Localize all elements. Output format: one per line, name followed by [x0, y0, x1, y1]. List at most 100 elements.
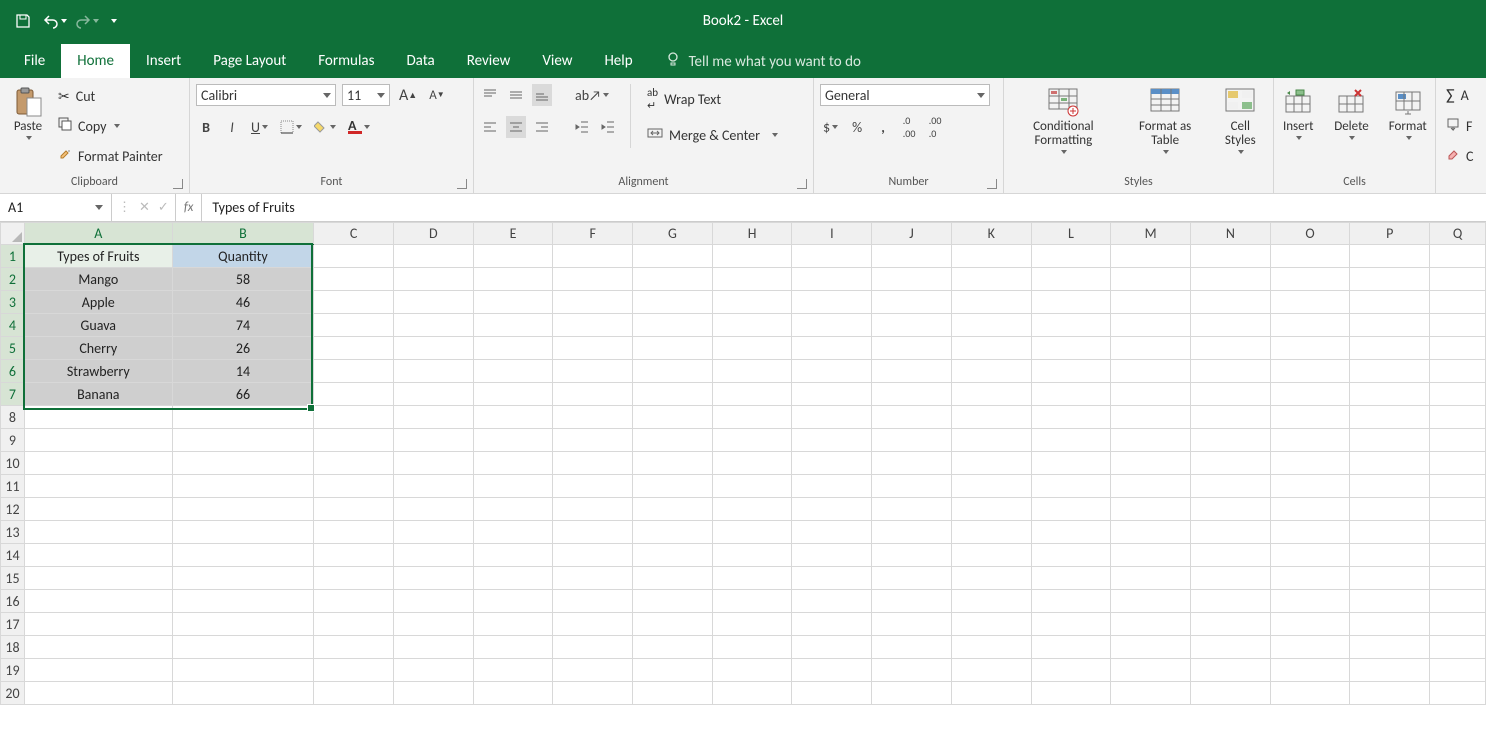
cell[interactable]	[1270, 567, 1350, 590]
cell[interactable]	[24, 498, 172, 521]
cell[interactable]	[172, 682, 314, 705]
cell[interactable]	[1270, 452, 1350, 475]
cell[interactable]	[792, 452, 872, 475]
cell[interactable]	[633, 383, 713, 406]
column-header[interactable]: K	[951, 223, 1031, 245]
column-header[interactable]: F	[553, 223, 633, 245]
row-header[interactable]: 13	[1, 521, 25, 544]
row-header[interactable]: 12	[1, 498, 25, 521]
cell[interactable]	[553, 360, 633, 383]
cell[interactable]	[1031, 659, 1111, 682]
tab-home[interactable]: Home	[61, 44, 130, 78]
cell[interactable]	[473, 659, 553, 682]
cell[interactable]	[1031, 383, 1111, 406]
cell[interactable]	[314, 544, 394, 567]
cell[interactable]	[872, 636, 952, 659]
cell[interactable]	[951, 590, 1031, 613]
cell[interactable]	[633, 498, 713, 521]
cell[interactable]	[1111, 452, 1191, 475]
cell[interactable]: 58	[172, 268, 314, 291]
cell[interactable]	[1111, 613, 1191, 636]
cell[interactable]	[553, 337, 633, 360]
cell[interactable]	[172, 567, 314, 590]
cell[interactable]	[872, 406, 952, 429]
cell[interactable]	[712, 636, 792, 659]
cell[interactable]	[1111, 544, 1191, 567]
cell[interactable]	[473, 498, 553, 521]
cell[interactable]	[792, 590, 872, 613]
cell[interactable]	[792, 429, 872, 452]
cell[interactable]	[314, 521, 394, 544]
cell[interactable]	[1350, 245, 1430, 268]
cell[interactable]	[1430, 498, 1486, 521]
cell[interactable]	[1031, 406, 1111, 429]
cell[interactable]: 14	[172, 360, 314, 383]
autosum-button[interactable]: ∑A	[1442, 84, 1477, 107]
cell[interactable]	[473, 521, 553, 544]
cell[interactable]	[1270, 659, 1350, 682]
cell[interactable]	[872, 245, 952, 268]
cell[interactable]	[633, 406, 713, 429]
row-header[interactable]: 19	[1, 659, 25, 682]
cell[interactable]	[1430, 337, 1486, 360]
cell[interactable]	[1430, 360, 1486, 383]
cell[interactable]	[393, 337, 473, 360]
cell[interactable]	[553, 429, 633, 452]
formula-input[interactable]: Types of Fruits	[202, 194, 1486, 221]
cell[interactable]	[393, 590, 473, 613]
cell[interactable]	[1270, 360, 1350, 383]
cell[interactable]: Banana	[24, 383, 172, 406]
cell[interactable]	[1191, 452, 1271, 475]
cell[interactable]	[712, 567, 792, 590]
cell[interactable]	[712, 245, 792, 268]
cell[interactable]	[393, 291, 473, 314]
cell[interactable]	[473, 245, 553, 268]
align-bottom-icon[interactable]	[532, 84, 552, 106]
cell[interactable]	[951, 659, 1031, 682]
cell[interactable]	[951, 475, 1031, 498]
cell[interactable]	[712, 452, 792, 475]
cell[interactable]	[172, 636, 314, 659]
cell[interactable]	[314, 245, 394, 268]
cell[interactable]	[1350, 383, 1430, 406]
cell[interactable]	[1270, 613, 1350, 636]
cell[interactable]	[1031, 291, 1111, 314]
cell[interactable]	[1270, 314, 1350, 337]
align-top-icon[interactable]	[480, 84, 500, 106]
cell[interactable]	[314, 429, 394, 452]
cell[interactable]	[1191, 521, 1271, 544]
cell[interactable]	[872, 521, 952, 544]
cell[interactable]	[314, 383, 394, 406]
cell[interactable]	[172, 406, 314, 429]
cell[interactable]	[712, 590, 792, 613]
cell[interactable]	[872, 360, 952, 383]
cell[interactable]	[24, 567, 172, 590]
cell[interactable]	[1430, 429, 1486, 452]
cell[interactable]	[1111, 245, 1191, 268]
cell[interactable]	[872, 544, 952, 567]
cell[interactable]	[712, 613, 792, 636]
cell[interactable]	[1270, 521, 1350, 544]
decrease-indent-icon[interactable]	[572, 116, 592, 138]
cell[interactable]	[1350, 360, 1430, 383]
cell[interactable]	[792, 245, 872, 268]
cell[interactable]	[172, 613, 314, 636]
cell[interactable]	[1430, 245, 1486, 268]
tab-insert[interactable]: Insert	[130, 44, 197, 78]
cell[interactable]	[393, 314, 473, 337]
decrease-font-icon[interactable]: A▼	[426, 84, 447, 106]
column-header[interactable]: O	[1270, 223, 1350, 245]
cell[interactable]	[951, 383, 1031, 406]
cell[interactable]	[1111, 291, 1191, 314]
tab-review[interactable]: Review	[451, 44, 527, 78]
cell[interactable]	[1111, 360, 1191, 383]
cell[interactable]	[314, 406, 394, 429]
cell[interactable]	[712, 291, 792, 314]
cell[interactable]	[24, 636, 172, 659]
cell[interactable]	[473, 337, 553, 360]
cell[interactable]	[172, 475, 314, 498]
cell[interactable]: 74	[172, 314, 314, 337]
cell[interactable]	[633, 360, 713, 383]
cell[interactable]	[1350, 498, 1430, 521]
bold-button[interactable]: B	[196, 116, 216, 138]
